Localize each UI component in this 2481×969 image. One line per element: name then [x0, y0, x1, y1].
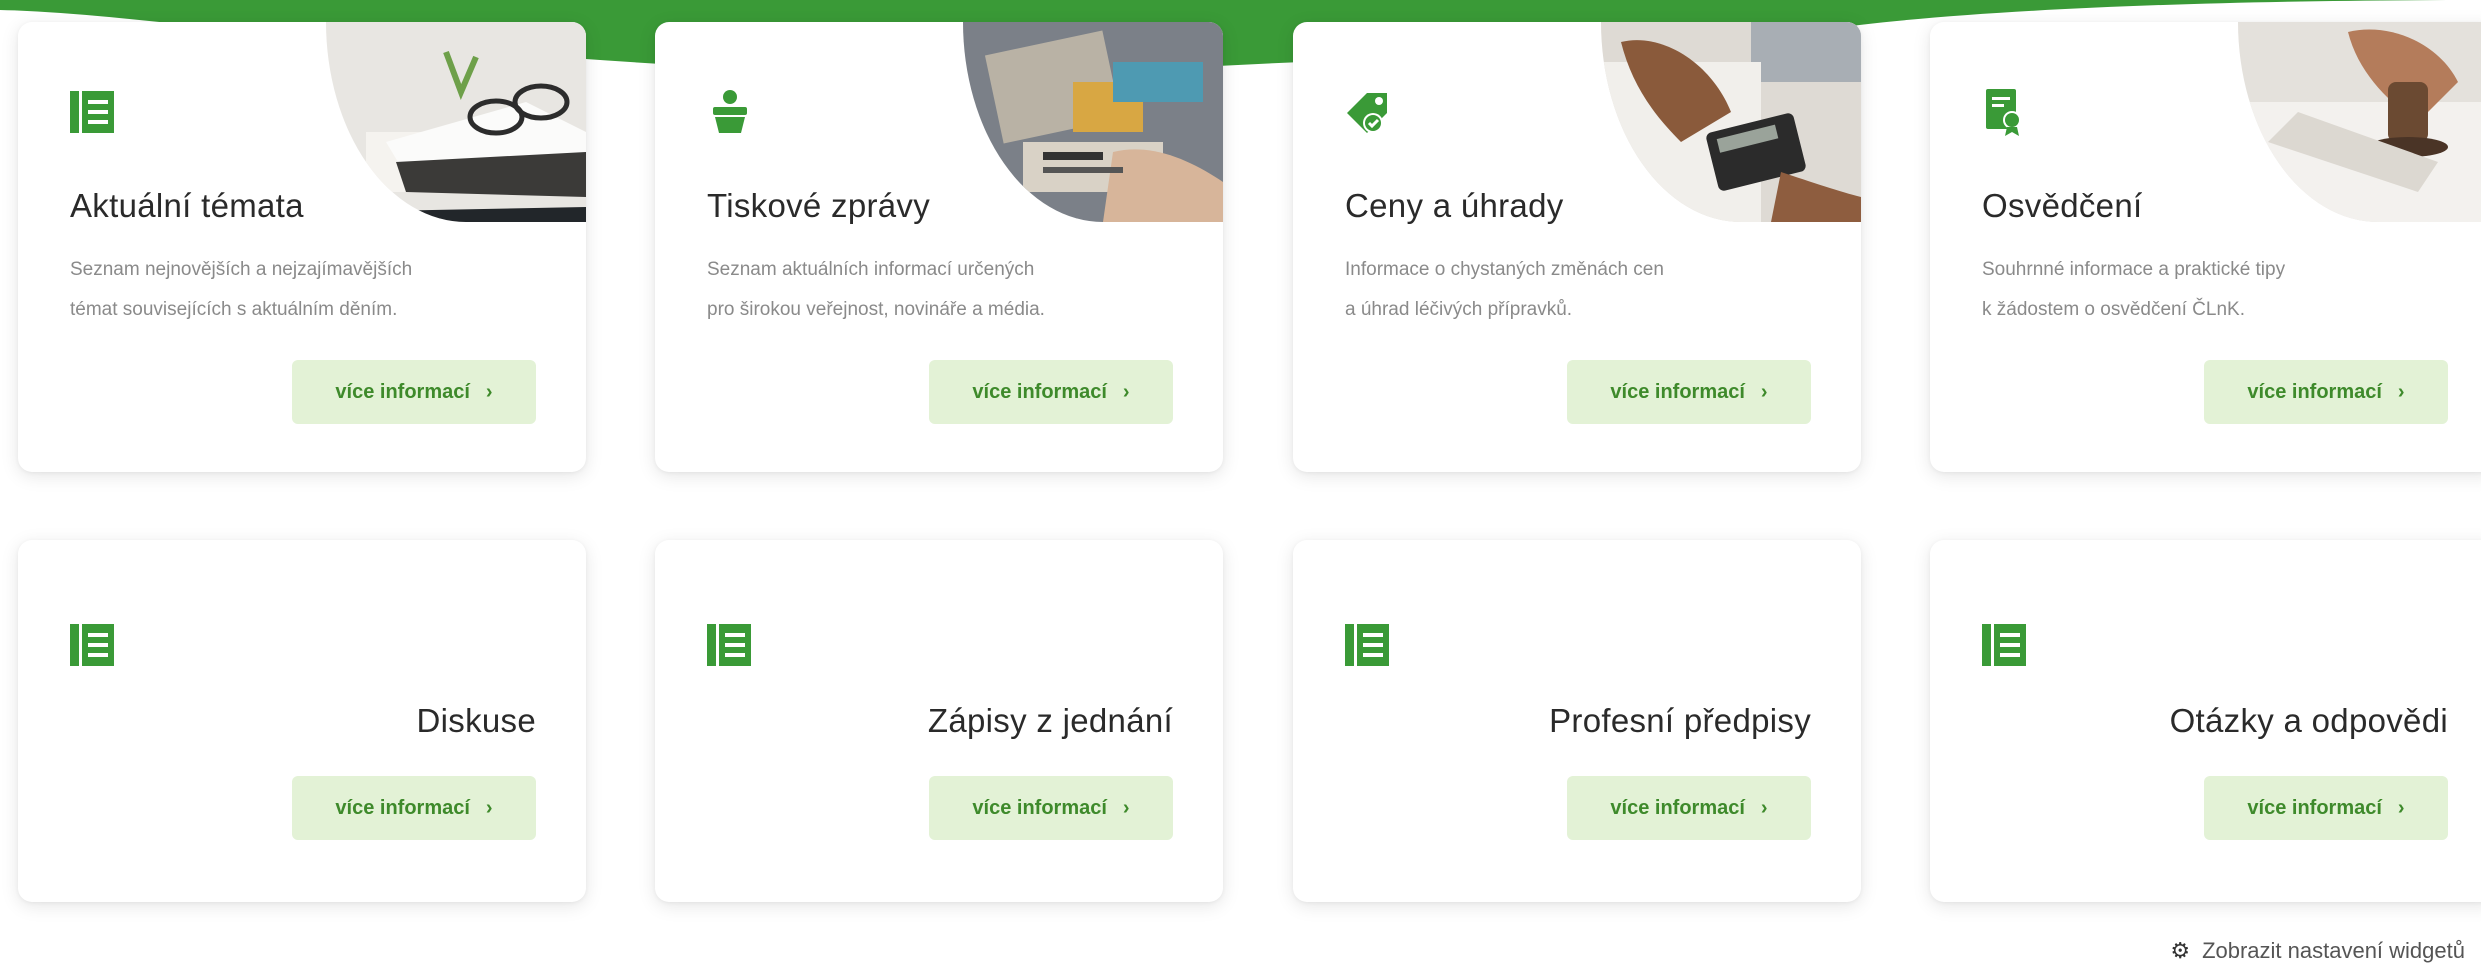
price-tag-icon: [1347, 93, 1387, 133]
card-title: Tiskové zprávy: [707, 187, 931, 224]
more-info-button[interactable]: více informací ›: [2204, 360, 2448, 424]
list-icon: [1345, 624, 1389, 666]
card-title: Osvědčení: [1982, 187, 2143, 224]
more-info-button[interactable]: více informací ›: [929, 360, 1173, 424]
card-title: Otázky a odpovědi: [2169, 702, 2448, 739]
card-title: Profesní předpisy: [1549, 702, 1811, 739]
more-info-button[interactable]: více informací ›: [2204, 776, 2448, 840]
card-description: Seznam aktuálních informací určených pro…: [707, 259, 1045, 320]
chevron-right-icon: ›: [1760, 796, 1768, 819]
card-ceny-a-uhrady: Ceny a úhrady Informace o chystaných změ…: [1293, 22, 1861, 472]
chevron-right-icon: ›: [1122, 380, 1130, 403]
more-info-button[interactable]: více informací ›: [292, 360, 536, 424]
card-tiskove-zpravy: Tiskové zprávy Seznam aktuálních informa…: [655, 22, 1223, 472]
card-aktualni-temata: Aktuální témata Seznam nejnovějších a ne…: [18, 22, 586, 472]
chevron-right-icon: ›: [485, 796, 493, 819]
card-description: Informace o chystaných změnách cen a úhr…: [1345, 259, 1664, 320]
chevron-right-icon: ›: [1760, 380, 1768, 403]
card-description: Seznam nejnovějších a nejzajímavějších t…: [70, 259, 413, 320]
more-info-button[interactable]: více informací ›: [1567, 776, 1811, 840]
card-title: Zápisy z jednání: [927, 702, 1173, 739]
card-profesni-predpisy: Profesní předpisy více informací ›: [1293, 540, 1861, 902]
card-title: Aktuální témata: [70, 187, 304, 224]
widget-settings-label: Zobrazit nastavení widgetů: [2202, 938, 2465, 963]
more-info-button[interactable]: více informací ›: [929, 776, 1173, 840]
press-speaker-icon: [713, 90, 747, 133]
chevron-right-icon: ›: [485, 380, 493, 403]
chevron-right-icon: ›: [2397, 380, 2405, 403]
more-info-button[interactable]: více informací ›: [1567, 360, 1811, 424]
gear-icon: ⚙: [2170, 938, 2191, 963]
card-photo-stamp: [2238, 22, 2481, 222]
card-title: Diskuse: [416, 702, 536, 739]
more-info-button[interactable]: více informací ›: [292, 776, 536, 840]
list-icon: [707, 624, 751, 666]
list-icon: [70, 91, 114, 133]
card-diskuse: Diskuse více informací ›: [18, 540, 586, 902]
chevron-right-icon: ›: [2397, 796, 2405, 819]
widget-settings-link[interactable]: ⚙ Zobrazit nastavení widgetů: [2170, 938, 2465, 964]
card-osvedceni: Osvědčení Souhrnné informace a praktické…: [1930, 22, 2481, 472]
list-icon: [70, 624, 114, 666]
list-icon: [1982, 624, 2026, 666]
certificate-icon: [1986, 89, 2021, 136]
chevron-right-icon: ›: [1122, 796, 1130, 819]
card-photo-calculator: [1601, 22, 1861, 222]
card-photo-glasses: [326, 22, 586, 222]
card-photo-newspaper: [963, 22, 1223, 222]
card-zapisy-z-jednani: Zápisy z jednání více informací ›: [655, 540, 1223, 902]
card-title: Ceny a úhrady: [1345, 187, 1564, 224]
card-description: Souhrnné informace a praktické tipy k žá…: [1982, 259, 2286, 320]
card-otazky-a-odpovedi: Otázky a odpovědi více informací ›: [1930, 540, 2481, 902]
